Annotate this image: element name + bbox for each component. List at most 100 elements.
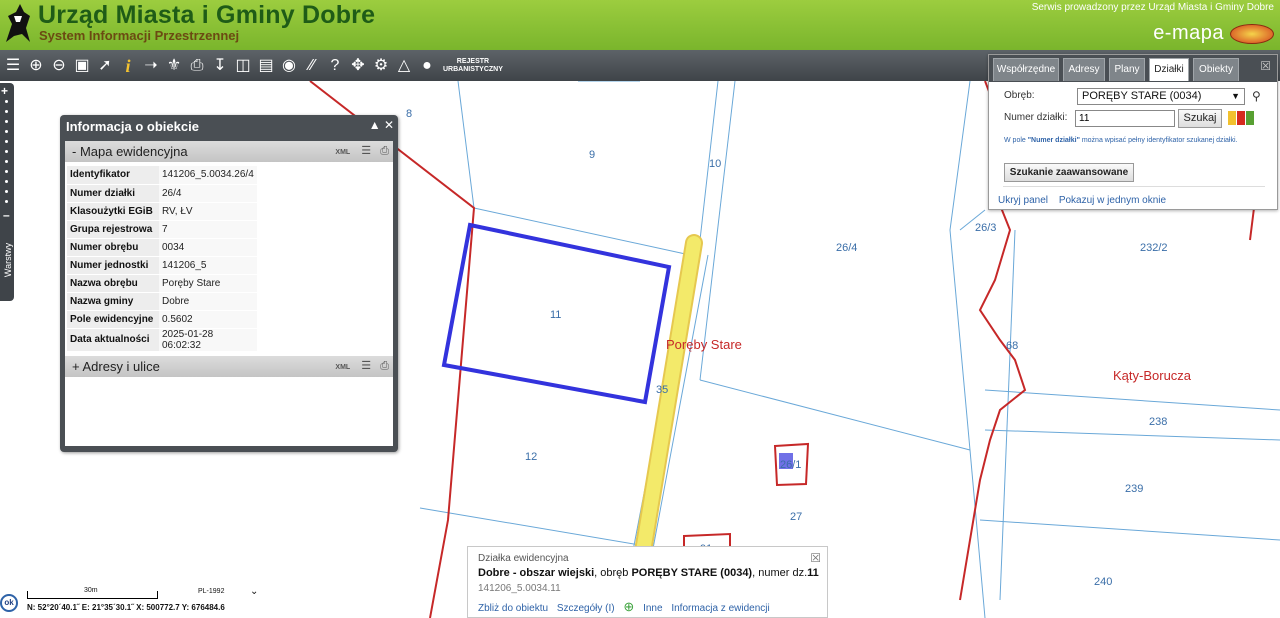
registry-info-link[interactable]: Informacja z ewidencji	[671, 603, 769, 614]
popup-desc-tail: , numer dz.	[752, 567, 808, 579]
info-panel-title: Informacja o obiekcie	[66, 119, 199, 134]
tab-adresy[interactable]: Adresy	[1063, 58, 1105, 81]
attr-value: 2025-01-28 06:02:32	[159, 328, 257, 352]
measure-line-icon[interactable]: ➝	[140, 55, 162, 77]
single-window-link[interactable]: Pokazuj w jednym oknie	[1059, 195, 1166, 206]
search-icon[interactable]: ⚲	[1252, 89, 1261, 103]
layers-icon[interactable]: ☰	[2, 55, 24, 77]
section-title: + Adresy i ulice	[72, 358, 160, 374]
hint-bold: "Numer działki"	[1027, 137, 1080, 144]
hide-panel-link[interactable]: Ukryj panel	[998, 195, 1048, 206]
hatch-icon[interactable]: ∕∕	[301, 55, 323, 77]
swatch-yellow[interactable]	[1228, 111, 1236, 125]
measure-area-icon[interactable]: ⚜	[163, 55, 185, 77]
plus-circle-icon[interactable]: ⊕	[623, 599, 634, 614]
plot-label: 11	[550, 309, 561, 321]
plot-label: 26/4	[836, 242, 857, 254]
zoom-level-dot[interactable]	[5, 130, 8, 133]
zoom-extent-icon[interactable]: ▣	[71, 55, 93, 77]
zoom-level-dot[interactable]	[5, 150, 8, 153]
zoom-level-dot[interactable]	[5, 140, 8, 143]
plot-label: 238	[1149, 416, 1167, 428]
zoom-level-dot[interactable]	[5, 100, 8, 103]
tab-wspolrzedne[interactable]: Współrzędne	[993, 58, 1059, 81]
attribute-table: Identyfikator 141206_5.0034.26/4 Numer dz…	[67, 166, 257, 352]
legend-icon[interactable]: ▤	[255, 55, 277, 77]
other-link[interactable]: Inne	[643, 603, 662, 614]
attr-key: Numer jednostki	[67, 256, 159, 275]
layers-tab-label[interactable]: Warstwy	[3, 238, 13, 282]
zoom-level-dot[interactable]	[5, 180, 8, 183]
zoom-in-side-icon[interactable]: +	[1, 84, 8, 98]
plot-label: 27	[790, 511, 802, 523]
help-icon[interactable]: ?	[324, 55, 346, 77]
object-info-panel: Informacja o obiekcie ▲ ✕ - Mapa ewidenc…	[60, 115, 398, 452]
close-icon[interactable]: ☒	[1260, 59, 1271, 73]
collapse-icon[interactable]: ▲	[369, 118, 381, 132]
plot-label: 232/2	[1140, 242, 1168, 254]
zoom-level-dot[interactable]	[5, 110, 8, 113]
section-mapa-ewidencyjna[interactable]: - Mapa ewidencyjna XML ☰ ⎙	[65, 141, 393, 162]
tab-obiekty[interactable]: Obiekty	[1193, 58, 1239, 81]
details-link[interactable]: Szczegóły (I)	[557, 603, 615, 614]
print-icon[interactable]: ⎙	[380, 145, 389, 157]
street-view-icon[interactable]: ●	[416, 55, 438, 77]
search-button[interactable]: Szukaj	[1178, 109, 1222, 128]
zoom-level-dot[interactable]	[5, 160, 8, 163]
comment-icon[interactable]: ◉	[278, 55, 300, 77]
advanced-search-button[interactable]: Szukanie zaawansowane	[1004, 163, 1134, 182]
color-swatches[interactable]	[1228, 111, 1255, 130]
attr-key: Nazwa obrębu	[67, 274, 159, 293]
rejestr-urbanistyczny-button[interactable]: REJESTR URBANISTYCZNY	[443, 58, 503, 74]
projection-select[interactable]: PL-1992	[198, 588, 224, 595]
plot-label: 10	[709, 158, 721, 170]
close-icon[interactable]: ✕	[384, 118, 394, 132]
zoom-level-dot[interactable]	[5, 120, 8, 123]
zoom-to-object-link[interactable]: Zbliż do obiektu	[478, 603, 548, 614]
export-icon[interactable]: ◫	[232, 55, 254, 77]
pan-icon[interactable]: ✥	[347, 55, 369, 77]
popup-parcel-number: 11	[807, 567, 819, 579]
numer-dzialki-input[interactable]: 11	[1075, 110, 1175, 127]
download-icon[interactable]: ↧	[209, 55, 231, 77]
print-icon[interactable]: ⎙	[380, 360, 389, 372]
road-icon[interactable]: △	[393, 55, 415, 77]
tab-plany[interactable]: Plany	[1109, 58, 1145, 81]
obreb-select[interactable]: PORĘBY STARE (0034) ▼	[1077, 88, 1245, 105]
tab-dzialki[interactable]: Działki	[1149, 58, 1189, 81]
plot-label: 9	[589, 149, 595, 161]
list-icon[interactable]: ☰	[361, 145, 371, 157]
service-note: Serwis prowadzony przez Urząd Miasta i G…	[1031, 2, 1274, 13]
print-icon[interactable]: ⎙	[186, 55, 208, 77]
swatch-red[interactable]	[1237, 111, 1245, 125]
chevron-down-icon: ▼	[1231, 91, 1240, 101]
zoom-out-side-icon[interactable]: –	[3, 208, 10, 222]
numer-dzialki-label: Numer działki:	[1004, 112, 1068, 123]
table-row: Identyfikator 141206_5.0034.26/4	[67, 166, 257, 185]
zoom-level-dot[interactable]	[5, 190, 8, 193]
geosystem-badge-icon	[1230, 24, 1274, 44]
popup-description: Dobre - obszar wiejski, obręb PORĘBY STA…	[478, 567, 819, 579]
obreb-label: Obręb:	[1004, 90, 1035, 101]
settings-icon[interactable]: ⚙	[370, 55, 392, 77]
attr-value: 26/4	[159, 184, 257, 203]
zoom-level-dot[interactable]	[5, 200, 8, 203]
place-name: Poręby Stare	[666, 337, 742, 352]
swatch-green[interactable]	[1246, 111, 1254, 125]
zoom-out-icon[interactable]: ⊖	[48, 55, 70, 77]
app-header: Urząd Miasta i Gminy Dobre System Inform…	[0, 0, 1280, 50]
info-icon[interactable]: i	[117, 55, 139, 77]
section-adresy-i-ulice[interactable]: + Adresy i ulice XML ☰ ⎙	[65, 355, 393, 377]
xml-icon[interactable]: XML	[335, 149, 350, 156]
xml-icon[interactable]: XML	[335, 364, 350, 371]
close-icon[interactable]: ☒	[810, 551, 821, 565]
zoom-in-icon[interactable]: ⊕	[25, 55, 47, 77]
zoom-level-dot[interactable]	[5, 170, 8, 173]
attr-value: RV, ŁV	[159, 202, 257, 221]
ok-button[interactable]: ok	[0, 594, 18, 612]
info-panel-controls: ▲ ✕	[369, 118, 394, 132]
emapa-brand: e-mapa	[1153, 22, 1224, 44]
chevron-down-icon[interactable]: ⌄	[250, 586, 258, 597]
list-icon[interactable]: ☰	[361, 360, 371, 372]
pointer-icon[interactable]: ➚	[94, 55, 116, 77]
